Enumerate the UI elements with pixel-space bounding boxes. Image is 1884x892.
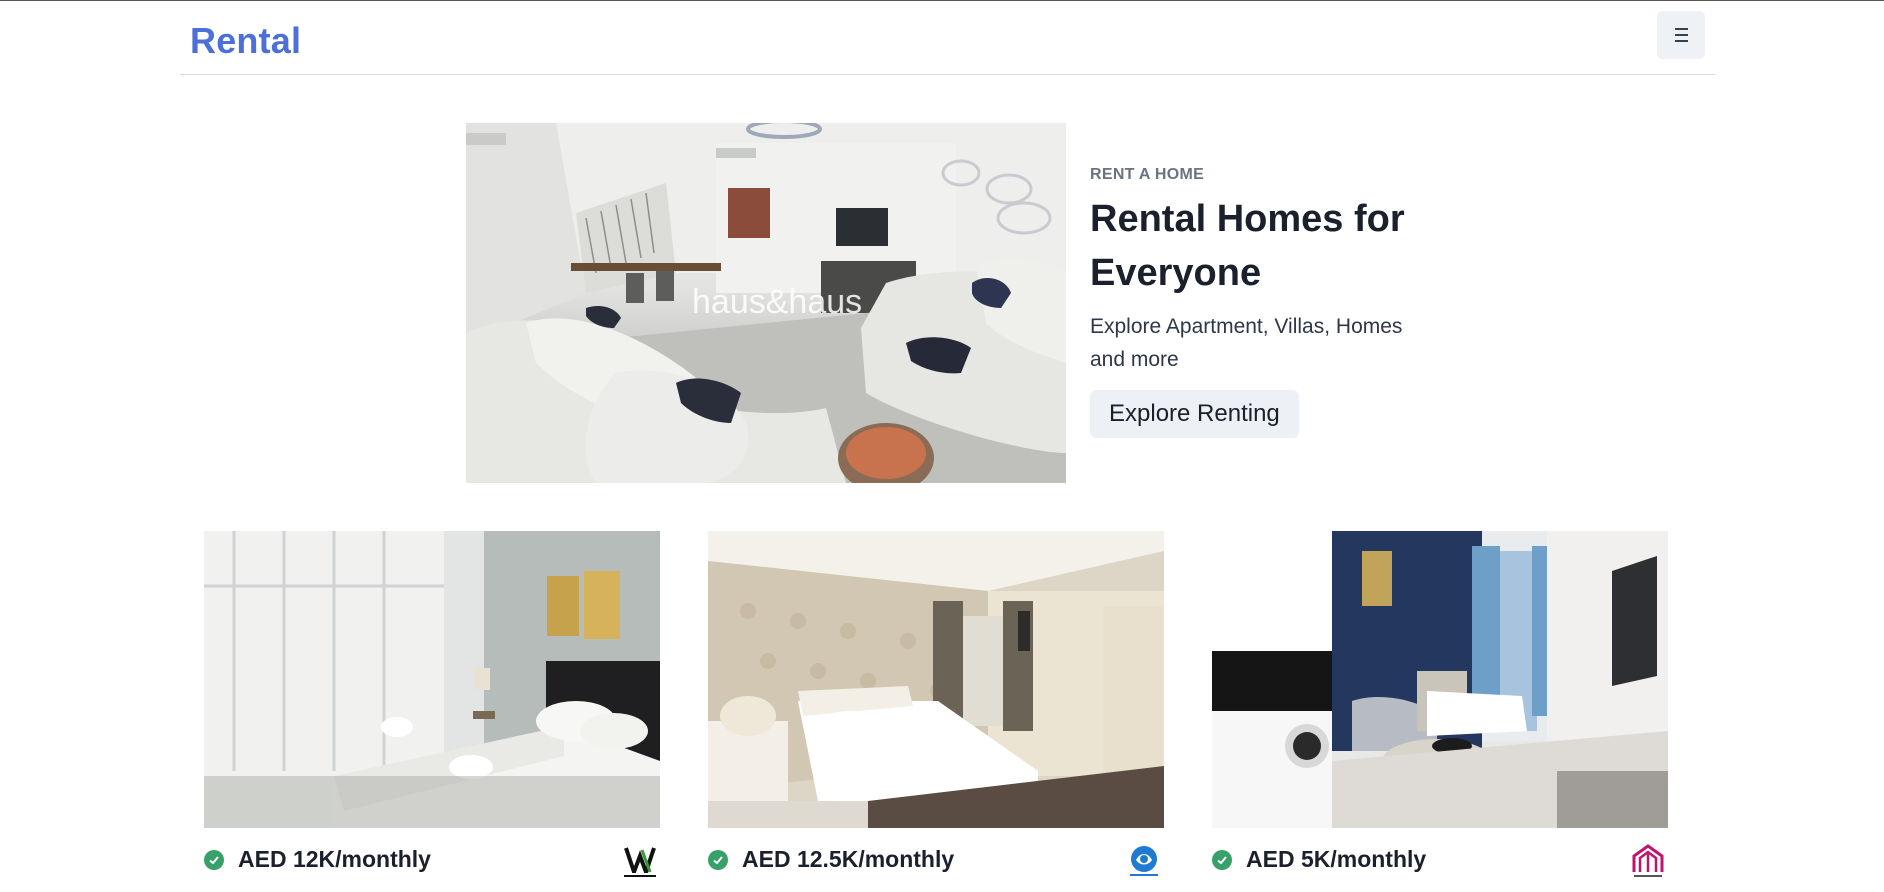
check-circle-icon xyxy=(204,850,224,870)
listing-info: AED 12.5K/monthly xyxy=(708,844,1164,884)
listing-image[interactable] xyxy=(708,531,1164,828)
listing-image[interactable] xyxy=(204,531,660,828)
listing-price: AED 12.5K/monthly xyxy=(742,846,955,872)
agency-logo[interactable] xyxy=(1124,842,1164,882)
explore-renting-button[interactable]: Explore Renting xyxy=(1090,390,1299,438)
top-navbar: Rental xyxy=(180,1,1715,75)
listing-card[interactable]: AED 12K/monthly xyxy=(204,531,660,884)
check-circle-icon xyxy=(1212,850,1232,870)
listing-card[interactable]: AED 12.5K/monthly xyxy=(708,531,1164,884)
watermark-text: haus&haus xyxy=(692,283,862,321)
listing-card[interactable]: AED 5K/monthly xyxy=(1212,531,1668,884)
hero-eyebrow: RENT A HOME xyxy=(1090,166,1205,183)
listing-price: AED 12K/monthly xyxy=(238,846,431,872)
brand-logo-text[interactable]: Rental xyxy=(190,20,301,62)
listing-info: AED 5K/monthly xyxy=(1212,844,1668,884)
hero-image: haus&haus xyxy=(466,123,1066,483)
hero-title: Rental Homes for Everyone xyxy=(1090,198,1405,294)
listing-image[interactable] xyxy=(1212,531,1668,828)
listing-price: AED 5K/monthly xyxy=(1246,846,1427,872)
check-circle-icon xyxy=(708,850,728,870)
hero-subtitle: Explore Apartment, Villas, Homes and mor… xyxy=(1090,315,1403,371)
agency-logo[interactable] xyxy=(620,842,660,882)
hamburger-icon xyxy=(1674,26,1688,44)
listing-info: AED 12K/monthly xyxy=(204,844,660,884)
hero-content: RENT A HOME Rental Homes for Everyone Ex… xyxy=(1090,166,1430,438)
menu-button[interactable] xyxy=(1657,11,1705,59)
agency-logo[interactable] xyxy=(1628,842,1668,882)
